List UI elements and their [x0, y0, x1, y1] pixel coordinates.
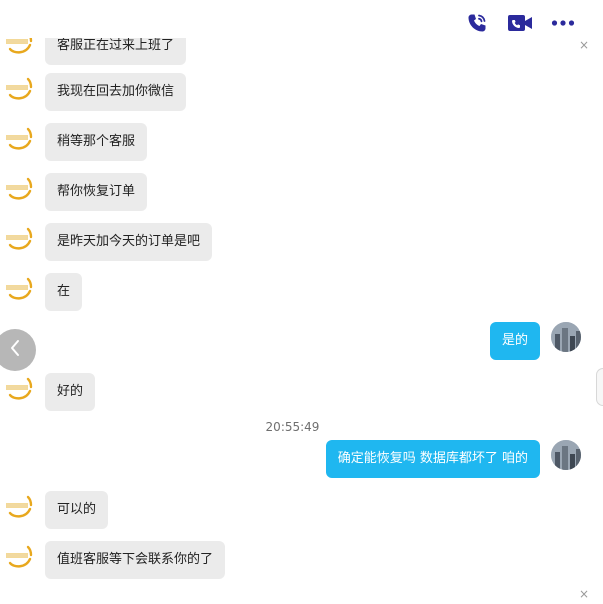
user-avatar [551, 322, 581, 352]
message-item: 稍等那个客服 [4, 123, 148, 161]
close-icon[interactable]: × [579, 38, 589, 52]
message-bubble: 稍等那个客服 [45, 123, 148, 161]
close-icon[interactable]: × [579, 587, 589, 601]
more-options-icon[interactable] [550, 10, 576, 36]
message-bubble: 帮你恢复订单 [45, 173, 148, 211]
phone-call-icon[interactable] [464, 10, 490, 36]
message-bubble: 在 [45, 273, 83, 311]
message-item: 在 [4, 273, 83, 311]
message-bubble: 好的 [45, 373, 96, 411]
message-item: 值班客服等下会联系你的了 [4, 541, 226, 579]
message-item: 好的 [4, 373, 96, 411]
message-list: 客服正在过来上班了 我现在回去加你微信 稍等那个客服 帮你恢复订单 是昨天加今天… [0, 0, 603, 604]
message-bubble: 可以的 [45, 491, 109, 529]
bot-avatar [4, 73, 34, 103]
chevron-left-icon [8, 339, 22, 361]
message-item: 可以的 [4, 491, 109, 529]
bot-avatar [4, 373, 34, 403]
bot-avatar [4, 223, 34, 253]
message-item: 确定能恢复吗 数据库都坏了 咱的 [325, 440, 581, 478]
bot-avatar [4, 491, 34, 521]
message-timestamp: 20:55:49 [265, 420, 320, 434]
message-bubble: 我现在回去加你微信 [45, 73, 187, 111]
video-call-icon[interactable] [507, 10, 533, 36]
message-bubble: 是的 [489, 322, 540, 360]
message-bubble: 值班客服等下会联系你的了 [45, 541, 226, 579]
chat-header [0, 0, 603, 38]
message-bubble: 是昨天加今天的订单是吧 [45, 223, 213, 261]
user-avatar [551, 440, 581, 470]
message-item: 我现在回去加你微信 [4, 73, 187, 111]
bot-avatar [4, 173, 34, 203]
message-bubble: 确定能恢复吗 数据库都坏了 咱的 [325, 440, 540, 478]
bot-avatar [4, 541, 34, 571]
bot-avatar [4, 273, 34, 303]
chat-screen: × × 客服正在过来上班了 我现在回去加你微信 稍等那个客服 帮你恢复订单 是昨… [0, 0, 603, 604]
message-item: 是的 [489, 322, 581, 360]
message-item: 帮你恢复订单 [4, 173, 148, 211]
bot-avatar [4, 123, 34, 153]
message-item: 是昨天加今天的订单是吧 [4, 223, 213, 261]
